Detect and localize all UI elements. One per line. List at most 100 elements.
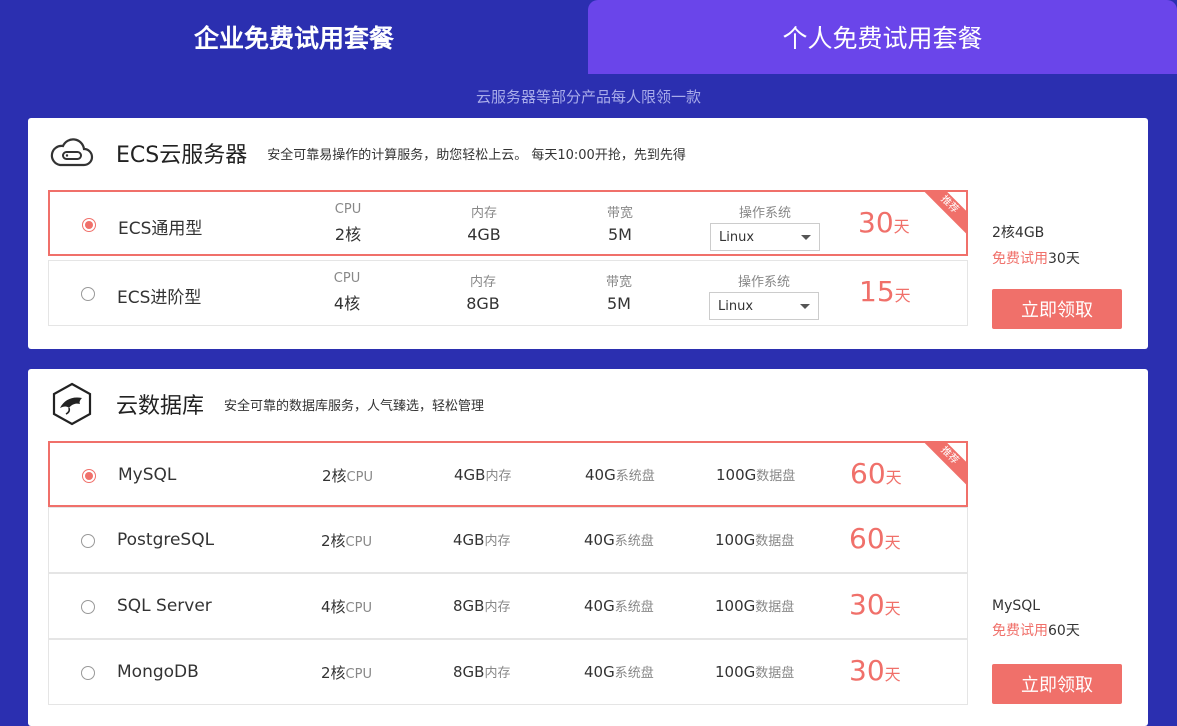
os-value: Linux bbox=[718, 298, 754, 314]
days-unit: 天 bbox=[894, 286, 911, 305]
tab-personal[interactable]: 个人免费试用套餐 bbox=[588, 0, 1177, 74]
trial-days: 30天 bbox=[849, 588, 901, 621]
days-value: 30 bbox=[858, 206, 894, 239]
data-disk-unit: 数据盘 bbox=[755, 600, 795, 615]
cpu-value: 4核 bbox=[333, 294, 361, 313]
os-spec: 操作系统 Linux bbox=[710, 202, 820, 251]
ecs-option-general[interactable]: ECS通用型 CPU 2核 内存 4GB 带宽 5M 操作系统 Linux 30… bbox=[48, 190, 968, 256]
db-option-mysql[interactable]: MySQL 2核CPU 4GB内存 40G系统盘 100G数据盘 60天 推荐 bbox=[48, 441, 968, 507]
sys-disk-value: 40G bbox=[584, 597, 615, 615]
data-disk-unit: 数据盘 bbox=[755, 534, 795, 549]
mem-unit: 内存 bbox=[485, 469, 512, 484]
chevron-down-icon bbox=[801, 234, 811, 240]
radio-selected[interactable] bbox=[82, 218, 96, 232]
db-header: 云数据库 安全可靠的数据库服务，人气臻选，轻松管理 bbox=[50, 369, 484, 439]
recommend-label: 推荐 bbox=[921, 191, 967, 237]
dolphin-database-icon bbox=[50, 382, 94, 426]
sys-disk-unit: 系统盘 bbox=[615, 469, 655, 484]
days-value: 15 bbox=[859, 275, 895, 308]
ecs-claim-button[interactable]: 立即领取 bbox=[992, 289, 1122, 329]
os-label: 操作系统 bbox=[738, 206, 791, 221]
cpu-value: 2核 bbox=[322, 467, 347, 485]
mem-unit: 内存 bbox=[484, 534, 511, 549]
sys-disk-value: 40G bbox=[584, 663, 615, 681]
mem-value: 8GB bbox=[453, 663, 485, 681]
trial-highlight: 免费试用 bbox=[992, 251, 1048, 267]
ecs-title: ECS云服务器 bbox=[116, 143, 248, 168]
radio-unselected[interactable] bbox=[81, 600, 95, 614]
ecs-option-advanced[interactable]: ECS进阶型 CPU 4核 内存 8GB 带宽 5M 操作系统 Linux 15… bbox=[48, 260, 968, 326]
cpu-spec: 2核CPU bbox=[321, 662, 372, 683]
sys-disk-spec: 40G系统盘 bbox=[585, 465, 655, 484]
data-disk-unit: 数据盘 bbox=[755, 666, 795, 681]
days-value: 60 bbox=[850, 457, 886, 490]
cpu-label: CPU bbox=[333, 271, 361, 286]
mem-value: 8GB bbox=[453, 597, 485, 615]
db-option-sqlserver[interactable]: SQL Server 4核CPU 8GB内存 40G系统盘 100G数据盘 30… bbox=[48, 573, 968, 639]
cpu-unit: CPU bbox=[345, 601, 372, 616]
mem-value: 8GB bbox=[466, 294, 500, 313]
trial-days: 60天 bbox=[849, 522, 901, 555]
ecs-desc: 安全可靠易操作的计算服务，助您轻松上云。 每天10:00开抢，先到先得 bbox=[267, 147, 686, 163]
data-disk-spec: 100G数据盘 bbox=[715, 596, 794, 615]
mem-spec: 4GB内存 bbox=[453, 530, 510, 549]
trial-days: 60天 bbox=[850, 457, 902, 490]
data-disk-value: 100G bbox=[715, 531, 756, 549]
sys-disk-unit: 系统盘 bbox=[614, 666, 654, 681]
tab-enterprise[interactable]: 企业免费试用套餐 bbox=[0, 0, 588, 74]
bw-value: 5M bbox=[608, 225, 632, 244]
os-select[interactable]: Linux bbox=[710, 223, 820, 251]
cpu-value: 2核 bbox=[334, 225, 362, 244]
trial-days-text: 60天 bbox=[1048, 623, 1080, 639]
data-disk-value: 100G bbox=[715, 597, 756, 615]
cpu-spec: CPU 4核 bbox=[297, 271, 397, 314]
cpu-value: 2核 bbox=[321, 664, 346, 682]
bw-spec: 带宽 5M bbox=[569, 271, 669, 313]
data-disk-spec: 100G数据盘 bbox=[715, 530, 794, 549]
sys-disk-unit: 系统盘 bbox=[614, 600, 654, 615]
chevron-down-icon bbox=[800, 303, 810, 309]
cpu-spec: 4核CPU bbox=[321, 596, 372, 617]
mem-spec: 8GB内存 bbox=[453, 662, 510, 681]
os-select[interactable]: Linux bbox=[709, 292, 819, 320]
db-option-mongodb[interactable]: MongoDB 2核CPU 8GB内存 40G系统盘 100G数据盘 30天 bbox=[48, 639, 968, 705]
radio-selected[interactable] bbox=[82, 469, 96, 483]
option-name: MongoDB bbox=[117, 662, 199, 682]
recommend-label: 推荐 bbox=[921, 442, 967, 488]
db-card: 云数据库 安全可靠的数据库服务，人气臻选，轻松管理 MySQL 2核CPU 4G… bbox=[28, 369, 1148, 726]
mem-unit: 内存 bbox=[484, 600, 511, 615]
mem-spec: 内存 4GB bbox=[434, 202, 534, 244]
db-desc: 安全可靠的数据库服务，人气臻选，轻松管理 bbox=[224, 398, 485, 414]
trial-days-text: 30天 bbox=[1048, 251, 1080, 267]
option-name: MySQL bbox=[118, 465, 177, 485]
sys-disk-value: 40G bbox=[585, 466, 616, 484]
days-unit: 天 bbox=[884, 665, 901, 684]
db-summary: MySQL 免费试用60天 bbox=[992, 598, 1132, 640]
sys-disk-spec: 40G系统盘 bbox=[584, 596, 654, 615]
db-claim-button[interactable]: 立即领取 bbox=[992, 664, 1122, 704]
sys-disk-value: 40G bbox=[584, 531, 615, 549]
radio-unselected[interactable] bbox=[81, 666, 95, 680]
summary-trial: 免费试用30天 bbox=[992, 248, 1132, 268]
cloud-server-icon bbox=[50, 131, 94, 175]
ecs-card: ECS云服务器 安全可靠易操作的计算服务，助您轻松上云。 每天10:00开抢，先… bbox=[28, 118, 1148, 349]
summary-spec: MySQL bbox=[992, 598, 1041, 614]
summary-spec: 2核4GB bbox=[992, 225, 1045, 241]
mem-label: 内存 bbox=[470, 206, 497, 221]
ecs-header: ECS云服务器 安全可靠易操作的计算服务，助您轻松上云。 每天10:00开抢，先… bbox=[50, 118, 686, 188]
option-name: ECS通用型 bbox=[118, 219, 203, 239]
os-spec: 操作系统 Linux bbox=[709, 271, 819, 320]
mem-label: 内存 bbox=[469, 275, 496, 290]
bw-label: 带宽 bbox=[605, 275, 632, 290]
radio-unselected[interactable] bbox=[81, 534, 95, 548]
summary-trial: 免费试用60天 bbox=[992, 620, 1132, 640]
plan-tabs: 企业免费试用套餐 个人免费试用套餐 bbox=[0, 0, 1177, 74]
cpu-spec: 2核CPU bbox=[322, 465, 373, 486]
db-option-postgresql[interactable]: PostgreSQL 2核CPU 4GB内存 40G系统盘 100G数据盘 60… bbox=[48, 507, 968, 573]
radio-unselected[interactable] bbox=[81, 287, 95, 301]
data-disk-value: 100G bbox=[716, 466, 757, 484]
days-unit: 天 bbox=[884, 533, 901, 552]
option-name: PostgreSQL bbox=[117, 530, 215, 550]
limit-notice: 云服务器等部分产品每人限领一款 bbox=[475, 88, 701, 106]
days-value: 30 bbox=[849, 654, 885, 687]
